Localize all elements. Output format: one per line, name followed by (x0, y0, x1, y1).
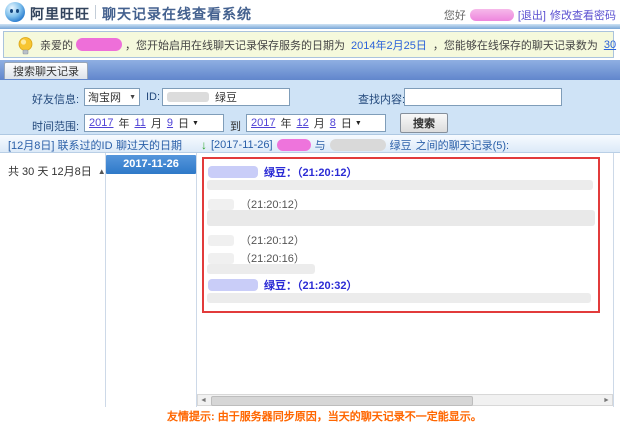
day-unit: 日 (178, 118, 190, 130)
lightbulb-icon (18, 37, 33, 55)
from-month-link[interactable]: 11 (134, 117, 145, 129)
to-month-link[interactable]: 12 (296, 117, 308, 129)
calendar-dropdown-icon[interactable]: ▼ (355, 120, 362, 127)
message-time: （21:20:12） (240, 235, 305, 247)
scrollbar-track[interactable] (209, 395, 601, 406)
id-redacted (167, 92, 209, 102)
sender-and-time: 绿豆：（21:20:32） (264, 280, 358, 292)
sort-asc-icon[interactable]: ▲ (98, 167, 106, 176)
user-area: 您好 [退出] 修改查看密码 (444, 7, 616, 23)
month-unit: 月 (150, 118, 162, 130)
grid-header-row: [12月8日] 联系过的ID 聊过天的日期 ↓ [2017-11-26] 与 绿… (0, 135, 620, 153)
notice-body-mid: ，您能够在线保存的聊天记录数为 (432, 39, 598, 52)
notice-dear: 亲爱的 (40, 39, 73, 52)
notice-body: ，您开始启用在线聊天记录保存服务的日期为 (125, 39, 345, 52)
calendar-dropdown-icon[interactable]: ▼ (192, 120, 199, 127)
message-redacted (207, 180, 593, 190)
scroll-right-icon[interactable]: ► (601, 397, 612, 404)
horizontal-scrollbar[interactable]: ◄ ► (197, 394, 613, 406)
username-redacted (469, 9, 514, 21)
selected-chat-date-cell[interactable]: 2017-11-26 (106, 155, 196, 174)
title-divider (95, 5, 96, 19)
friend-id-input[interactable]: 绿豆 (162, 88, 290, 106)
chat-line: （21:20:12） (208, 232, 305, 248)
contacted-id-column-header: [12月8日] 联系过的ID (8, 140, 113, 152)
year-unit: 年 (280, 118, 292, 130)
friendly-tip-text: 友情提示: 由于服务器同步原因，当天的聊天记录不一定能显示。 (167, 411, 482, 423)
chat-header-suffix: 之间的聊天记录(5): (415, 140, 510, 152)
days-summary-row: 共 30 天 12月8日 ▲ ▼ (8, 163, 120, 179)
change-password-link[interactable]: 修改查看密码 (550, 7, 616, 23)
id-label: ID: (146, 91, 161, 103)
sender-id-redacted (208, 166, 258, 178)
friend-type-value: 淘宝网 (88, 92, 121, 104)
day-unit: 日 (340, 118, 352, 130)
to-year-link[interactable]: 2017 (251, 117, 275, 129)
brand-name: 阿里旺旺 (30, 6, 90, 22)
chat-header-partner-redacted (329, 139, 386, 151)
date-from-picker[interactable]: 2017 年 11 月 9 日 ▼ (84, 114, 224, 132)
tab-bar: 搜索聊天记录 (0, 60, 620, 80)
chat-line: 绿豆：（21:20:32） (208, 277, 358, 293)
aliwangwang-logo-icon (5, 2, 25, 22)
message-redacted (207, 264, 315, 274)
logout-link[interactable]: [退出] (518, 7, 546, 23)
friend-info-label: 好友信息: (32, 94, 80, 106)
chat-record-viewer-page: 阿里旺旺 聊天记录在线查看系统 您好 [退出] 修改查看密码 亲爱的 ，您开始启… (0, 0, 620, 425)
find-content-label: 查找内容: (358, 94, 406, 106)
chat-date-column-header: 聊过天的日期 (116, 140, 182, 152)
scroll-left-icon[interactable]: ◄ (198, 397, 209, 404)
notice-start-date: 2014年2月25日 (351, 39, 427, 52)
tab-search-chat-records[interactable]: 搜索聊天记录 (4, 62, 88, 79)
id-visible-text: 绿豆 (215, 92, 237, 104)
sender-id-redacted (208, 198, 234, 210)
days-summary-text: 共 30 天 12月8日 (8, 166, 92, 178)
top-header: 阿里旺旺 聊天记录在线查看系统 您好 [退出] 修改查看密码 (0, 0, 620, 24)
notice-days-link[interactable]: 30 (604, 39, 616, 51)
chat-records-header: ↓ [2017-11-26] 与 绿豆 之间的聊天记录(5): (201, 137, 509, 153)
chat-header-with: 与 (314, 140, 326, 152)
time-range-label: 时间范围: (32, 121, 80, 133)
notice-banner: 亲爱的 ，您开始启用在线聊天记录保存服务的日期为 2014年2月25日 ，您能够… (3, 31, 616, 58)
sender-id-redacted (208, 234, 234, 246)
notice-text: 亲爱的 ，您开始启用在线聊天记录保存服务的日期为 2014年2月25日 ，您能够… (40, 37, 620, 53)
chevron-down-icon: ▼ (129, 93, 136, 101)
sender-id-redacted (208, 252, 234, 264)
find-content-input[interactable] (404, 88, 562, 106)
date-to-picker[interactable]: 2017 年 12 月 8 日 ▼ (246, 114, 386, 132)
chat-header-user-redacted (276, 139, 311, 151)
search-button[interactable]: 搜索 (400, 113, 448, 133)
column-divider (105, 153, 106, 407)
month-unit: 月 (313, 118, 325, 130)
chat-line: 绿豆：（21:20:12） (208, 164, 358, 180)
header-divider-bar (0, 24, 620, 29)
chat-header-date: [2017-11-26] (211, 139, 273, 151)
from-year-link[interactable]: 2017 (89, 117, 113, 129)
to-day-link[interactable]: 8 (330, 117, 336, 129)
scrollbar-thumb[interactable] (211, 396, 473, 406)
friend-type-select[interactable]: 淘宝网 ▼ (84, 88, 140, 106)
message-redacted (207, 210, 595, 226)
greeting-text: 您好 (443, 10, 466, 22)
message-redacted (207, 293, 591, 303)
search-form: 好友信息: 淘宝网 ▼ ID: 绿豆 查找内容: 时间范围: 2017 年 11… (0, 80, 620, 135)
year-unit: 年 (118, 118, 130, 130)
page-title: 聊天记录在线查看系统 (102, 6, 252, 22)
panel-edge (613, 153, 614, 407)
sender-id-redacted (208, 279, 258, 291)
chat-header-partner-name: 绿豆 (389, 140, 412, 152)
green-down-arrow-icon[interactable]: ↓ (201, 139, 207, 151)
sender-and-time: 绿豆：（21:20:12） (264, 167, 358, 179)
column-divider (196, 153, 197, 407)
from-day-link[interactable]: 9 (167, 117, 173, 129)
to-word: 到 (230, 121, 241, 133)
chat-records-panel: 绿豆：（21:20:12） （21:20:12） （21:20:12） （21:… (202, 157, 600, 313)
notice-username-redacted (76, 38, 122, 51)
